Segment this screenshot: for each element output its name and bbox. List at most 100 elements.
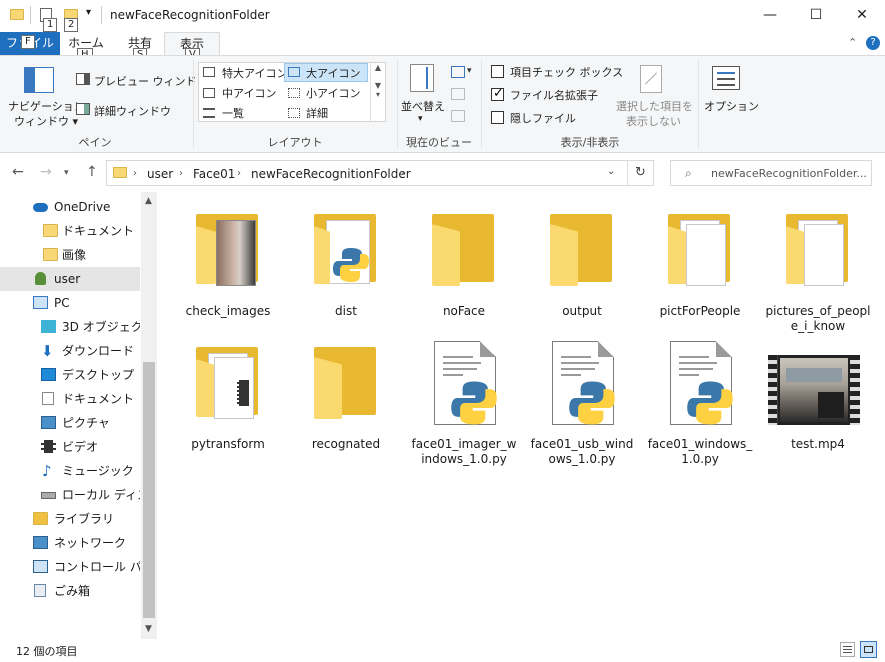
nav-item-music[interactable]: ♪ ミュージック [0, 459, 140, 483]
file-item[interactable]: pictForPeople [646, 206, 754, 334]
file-item[interactable]: check_images [174, 206, 282, 334]
nav-item-downloads[interactable]: ⬇ ダウンロード [0, 339, 140, 363]
video-thumbnail [768, 355, 860, 425]
details-pane-button[interactable]: 詳細ウィンドウ [94, 103, 171, 119]
details-icon [288, 108, 300, 118]
nav-item-3d-objects[interactable]: 3D オブジェクト [0, 315, 140, 339]
breadcrumb-chevron-icon[interactable]: › [179, 168, 183, 179]
group-divider [698, 60, 699, 148]
file-name: pictForPeople [659, 304, 741, 318]
close-button[interactable]: ✕ [839, 0, 885, 30]
file-item[interactable]: face01_windows_1.0.py [646, 339, 754, 467]
layout-scroll[interactable]: ▲ ▼ ▾ [370, 63, 385, 121]
scroll-down-icon[interactable]: ▼ [145, 624, 152, 634]
file-item[interactable]: pytransform [174, 339, 282, 467]
back-button[interactable]: ← [12, 164, 24, 180]
nav-item-videos[interactable]: ビデオ [0, 435, 140, 459]
file-item[interactable]: dist [292, 206, 400, 334]
large-icons-view-icon[interactable] [860, 641, 877, 658]
nav-item-onedrive-pictures[interactable]: 画像 [0, 243, 140, 267]
navpane-scroll-thumb[interactable] [143, 362, 155, 618]
hidden-items-label[interactable]: 隠しファイル [510, 110, 576, 126]
file-name: dist [335, 304, 357, 318]
python-logo-icon [569, 381, 615, 425]
details-option[interactable]: 詳細 [306, 105, 328, 121]
file-item[interactable]: face01_imager_windows_1.0.py [410, 339, 518, 467]
nav-item-libraries[interactable]: ライブラリ [0, 507, 140, 531]
search-input[interactable]: newFaceRecognitionFolder... [711, 167, 867, 180]
nav-item-network[interactable]: ネットワーク [0, 531, 140, 555]
address-bar[interactable]: › user › Face01 › newFaceRecognitionFold… [106, 160, 654, 186]
file-extensions-label[interactable]: ファイル名拡張子 [510, 87, 598, 103]
file-name: face01_windows_1.0.py [647, 437, 753, 466]
options-button[interactable]: オプション [704, 98, 759, 114]
up-button[interactable]: ↑ [86, 164, 98, 180]
file-item[interactable]: pictures_of_people_i_know [764, 206, 872, 334]
navigation-pane-label[interactable]: ナビゲーション [8, 98, 85, 114]
sort-by-button[interactable]: 並べ替え [401, 98, 445, 114]
file-item[interactable]: face01_usb_windows_1.0.py [528, 339, 636, 467]
breadcrumb-user[interactable]: user [147, 167, 173, 181]
small-icons-option[interactable]: 小アイコン [306, 85, 360, 101]
breadcrumb-chevron-icon[interactable]: › [401, 168, 405, 179]
file-item[interactable]: noFace [410, 206, 518, 334]
file-item[interactable]: recognated [292, 339, 400, 467]
add-columns-icon [451, 88, 465, 100]
scroll-up-icon[interactable]: ▲ [145, 196, 152, 206]
divider [101, 6, 102, 24]
xl-icons-option[interactable]: 特大アイコン [222, 65, 287, 81]
pictures-icon [41, 416, 56, 429]
sort-dropdown-icon[interactable]: ▾ [418, 114, 423, 124]
group-by-icon[interactable] [451, 66, 465, 78]
recent-locations-icon[interactable]: ▾ [64, 168, 69, 178]
file-item[interactable]: output [528, 206, 636, 334]
nav-item-local-disk[interactable]: ローカル ディスク ( [0, 483, 140, 507]
hide-selected-button[interactable]: 選択した項目を [616, 98, 693, 114]
folder-icon [113, 167, 127, 178]
details-view-icon[interactable] [840, 642, 855, 657]
hidden-items-checkbox[interactable] [491, 111, 504, 124]
maximize-button[interactable]: ☐ [793, 0, 839, 30]
nav-item-pictures[interactable]: ピクチャ [0, 411, 140, 435]
hide-selected-button-2[interactable]: 表示しない [626, 113, 681, 129]
collapse-ribbon-icon[interactable]: ⌃ [848, 36, 857, 49]
navigation-pane-label-2[interactable]: ウィンドウ ▾ [14, 113, 78, 129]
minimize-button[interactable]: — [747, 0, 793, 30]
list-option[interactable]: 一覧 [222, 105, 244, 121]
nav-item-documents[interactable]: ドキュメント [0, 387, 140, 411]
address-dropdown-icon[interactable]: ⌄ [607, 166, 615, 177]
nav-item-control-panel[interactable]: コントロール パネル [0, 555, 140, 579]
python-logo-icon [451, 381, 497, 425]
breadcrumb-current[interactable]: newFaceRecognitionFolder [251, 167, 411, 181]
disk-icon [41, 492, 56, 499]
nav-item-recycle-bin[interactable]: ごみ箱 [0, 579, 140, 603]
nav-item-onedrive-documents[interactable]: ドキュメント [0, 219, 140, 243]
breadcrumb-face01[interactable]: Face01 [193, 167, 235, 181]
download-icon: ⬇ [41, 342, 54, 360]
nav-item-desktop[interactable]: デスクトップ [0, 363, 140, 387]
item-checkboxes-label[interactable]: 項目チェック ボックス [510, 64, 623, 80]
file-name: face01_imager_windows_1.0.py [411, 437, 517, 466]
search-box[interactable]: ⌕ newFaceRecognitionFolder... [670, 160, 872, 186]
size-columns-icon[interactable] [451, 110, 465, 122]
folder-front [314, 226, 330, 284]
file-extensions-checkbox[interactable] [491, 86, 504, 101]
group-by-dropdown-icon[interactable]: ▾ [467, 66, 472, 76]
refresh-icon[interactable]: ↻ [635, 165, 646, 180]
folder-front [786, 226, 804, 284]
large-icons-option[interactable]: 大アイコン [306, 65, 360, 81]
folder-icon [43, 224, 58, 237]
breadcrumb-chevron-icon[interactable]: › [133, 168, 137, 179]
nav-item-user[interactable]: user [0, 267, 140, 291]
preview-pane-button[interactable]: プレビュー ウィンドウ [94, 73, 208, 89]
item-checkboxes-checkbox[interactable] [491, 65, 504, 78]
navigation-pane-icon[interactable] [24, 67, 54, 93]
medium-icons-option[interactable]: 中アイコン [222, 85, 276, 101]
nav-item-onedrive[interactable]: OneDrive [0, 195, 140, 219]
help-icon[interactable]: ? [866, 36, 880, 50]
breadcrumb-chevron-icon[interactable]: › [237, 168, 241, 179]
forward-button[interactable]: → [40, 164, 52, 180]
file-item[interactable]: test.mp4 [764, 339, 872, 467]
nav-item-pc[interactable]: PC [0, 291, 140, 315]
customize-quick-access-icon[interactable]: ▾ [86, 7, 91, 18]
